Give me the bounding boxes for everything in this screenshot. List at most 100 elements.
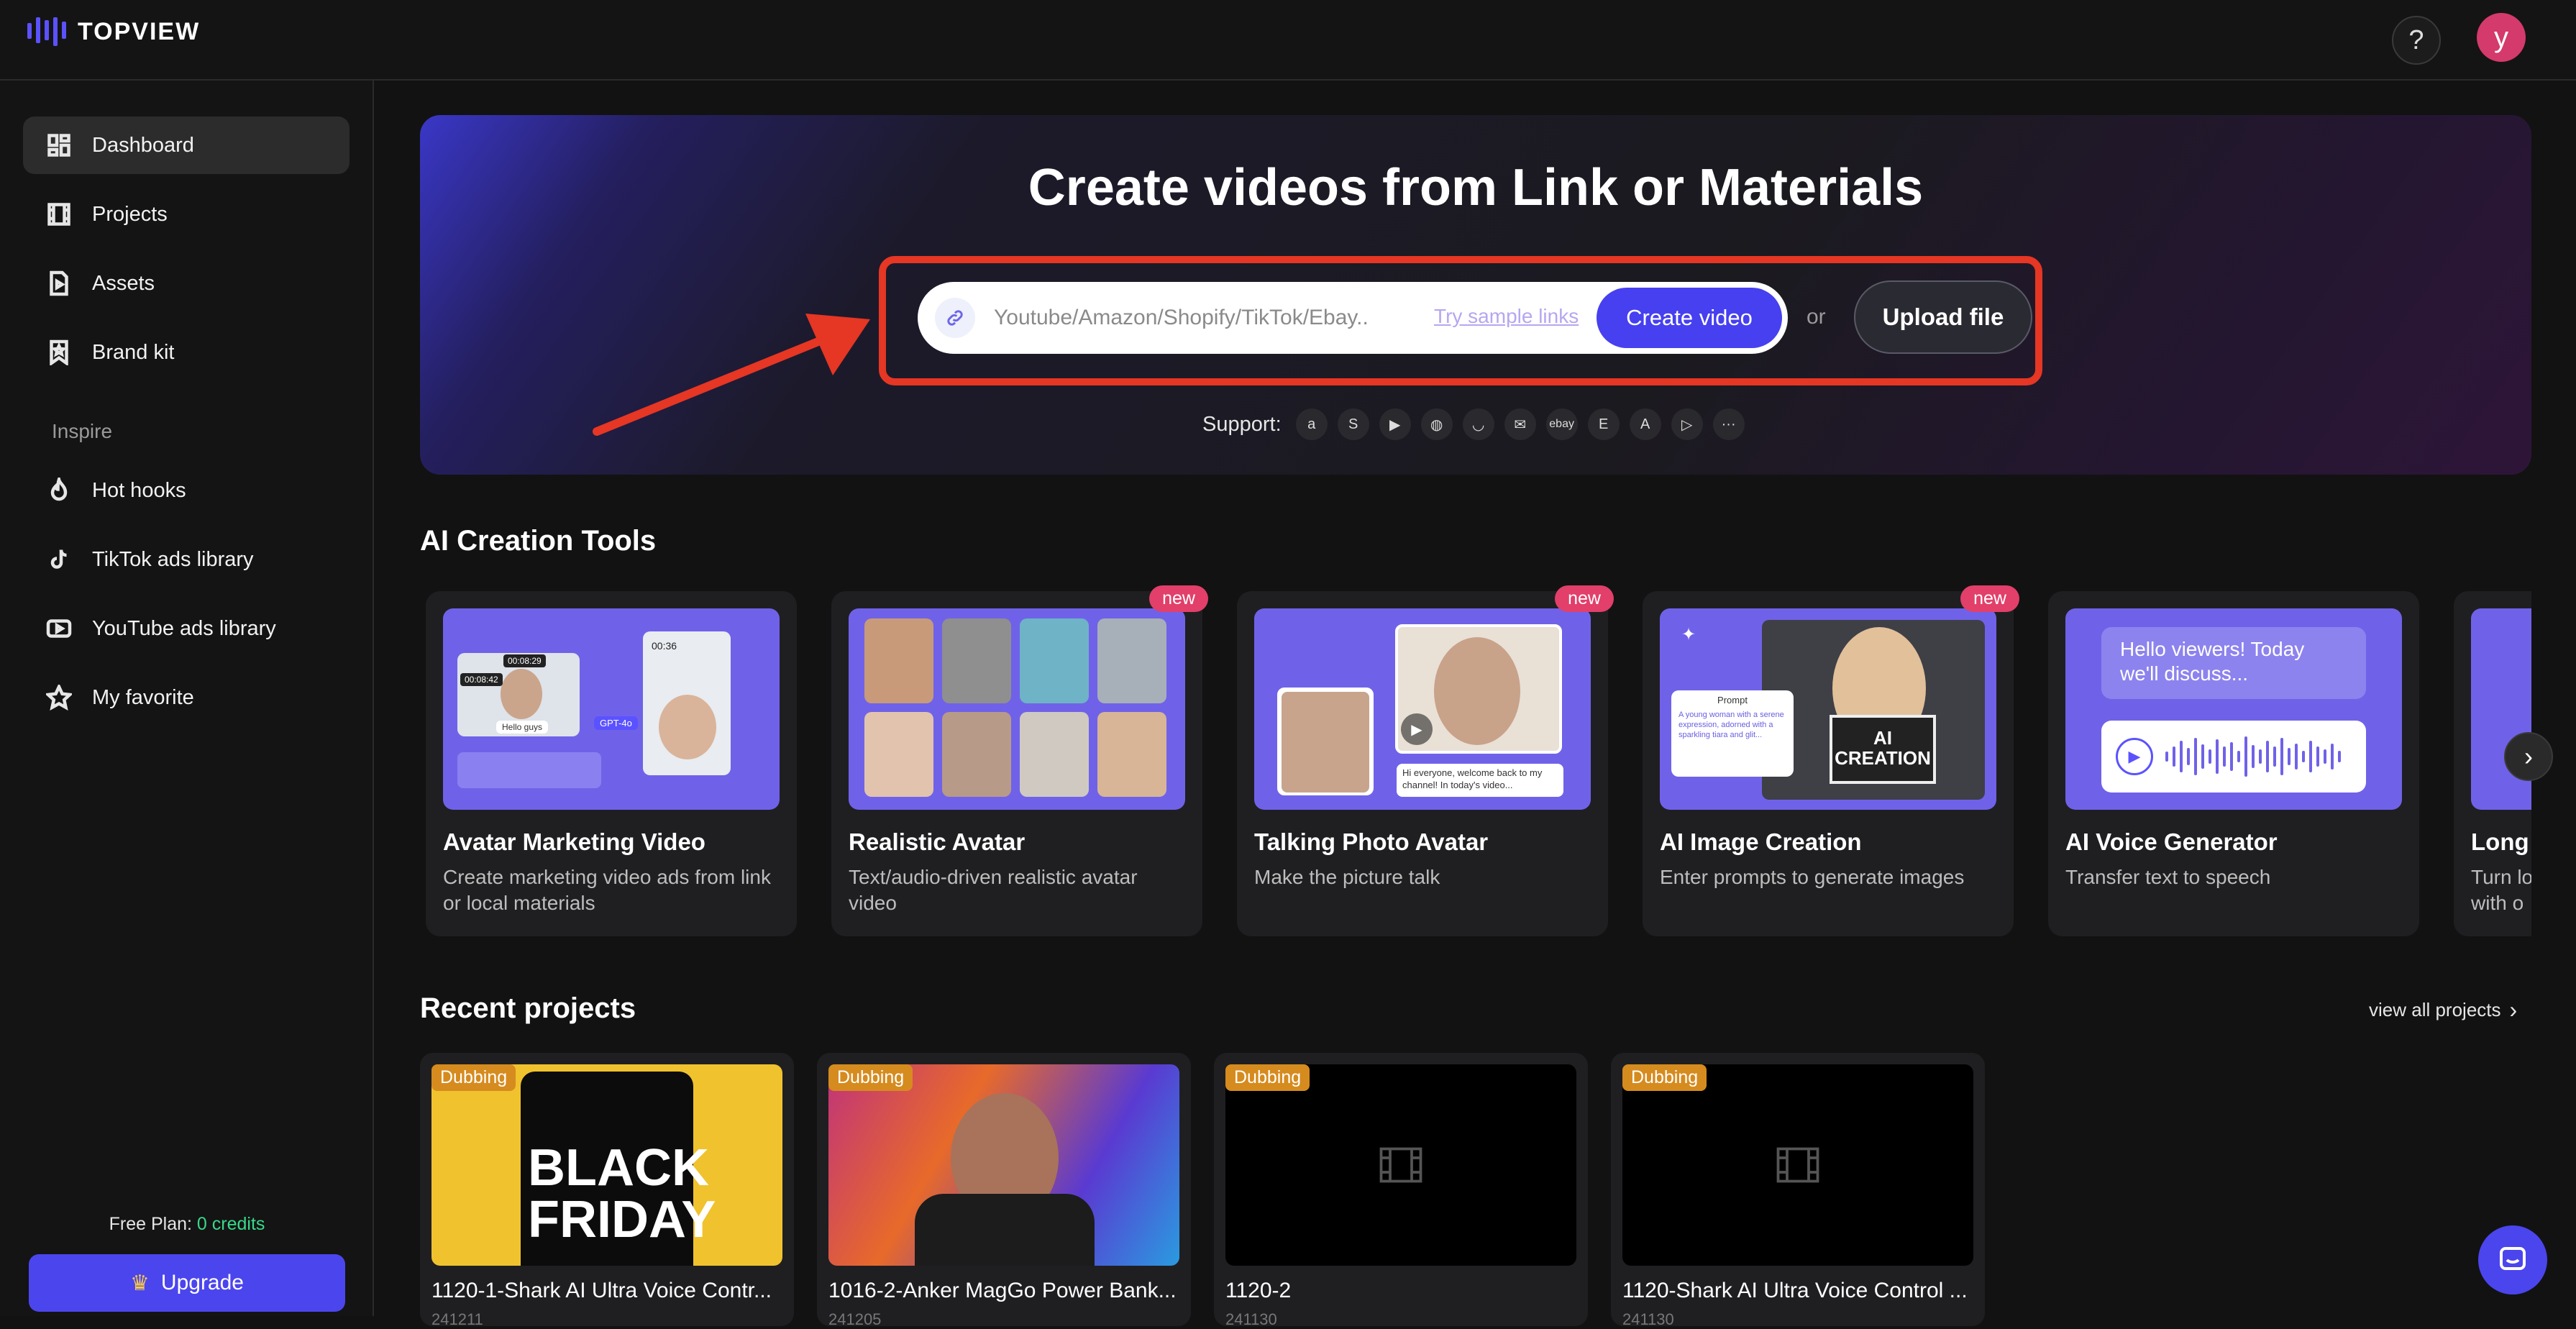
- tool-desc: Enter prompts to generate images: [1660, 866, 1965, 888]
- sidebar-item-label: My favorite: [92, 685, 194, 709]
- tool-card-ai-voice[interactable]: Hello viewers! Today we'll discuss... ▶ …: [2048, 591, 2419, 936]
- crown-icon: ♛: [130, 1271, 150, 1295]
- amazon-icon: a: [1295, 408, 1328, 440]
- shopify-bag-icon: ◍: [1420, 408, 1453, 440]
- upload-file-button[interactable]: Upload file: [1854, 280, 2032, 354]
- link-search-bar: Try sample links Create video: [918, 282, 1788, 354]
- project-card[interactable]: BLACK FRIDAY Dubbing 1120-1-Shark AI Ult…: [420, 1053, 794, 1328]
- lazada-icon: ◡: [1462, 408, 1494, 440]
- project-card[interactable]: Dubbing 1016-2-Anker MagGo Power Bank...…: [817, 1053, 1191, 1328]
- tool-card-ai-image[interactable]: AI CREATION Prompt A young woman with a …: [1643, 585, 2019, 936]
- tool-name: AI Voice Generator: [2065, 828, 2278, 855]
- star-icon: [46, 685, 72, 711]
- project-title: 1120-2: [1225, 1279, 1292, 1302]
- project-card[interactable]: Dubbing 1120-2 241130: [1214, 1053, 1588, 1328]
- project-thumb: BLACK FRIDAY: [431, 1064, 782, 1266]
- try-sample-links-link[interactable]: Try sample links: [1434, 305, 1579, 328]
- project-title: 1120-Shark AI Ultra Voice Control ...: [1622, 1279, 1968, 1302]
- user-avatar[interactable]: y: [2477, 13, 2526, 62]
- sidebar-item-projects[interactable]: Projects: [23, 186, 350, 243]
- tool-thumb: 00:08:29 00:08:42 Hello guys 00:36 GPT-4…: [443, 608, 780, 810]
- timestamp-label: 00:08:42: [460, 673, 503, 686]
- tool-desc: Turn lo with o: [2471, 866, 2531, 914]
- plan-credits: 0 credits: [196, 1214, 265, 1234]
- project-title: 1016-2-Anker MagGo Power Bank...: [828, 1279, 1177, 1302]
- film-icon: [1776, 1147, 1819, 1183]
- project-title: 1120-1-Shark AI Ultra Voice Contr...: [431, 1279, 772, 1302]
- sidebar-item-label: Dashboard: [92, 133, 194, 157]
- sidebar-item-label: TikTok ads library: [92, 547, 254, 571]
- create-video-button[interactable]: Create video: [1597, 288, 1782, 348]
- ai-creation-sign: AI CREATION: [1830, 715, 1936, 784]
- project-thumb: [828, 1064, 1179, 1266]
- tool-desc: Text/audio-driven realistic avatar video: [849, 866, 1138, 914]
- sidebar-item-label: Projects: [92, 202, 168, 226]
- tool-card-avatar-marketing[interactable]: 00:08:29 00:08:42 Hello guys 00:36 GPT-4…: [426, 591, 797, 936]
- sidebar-item-label: YouTube ads library: [92, 616, 276, 640]
- project-date: 241130: [1622, 1310, 1674, 1328]
- flame-icon: [50, 478, 68, 501]
- sidebar-item-dashboard[interactable]: Dashboard: [23, 117, 350, 174]
- play-icon: ▶: [1401, 713, 1433, 745]
- tool-name: Talking Photo Avatar: [1254, 828, 1489, 855]
- view-all-label: view all projects: [2369, 999, 2501, 1020]
- view-all-projects-link[interactable]: view all projects ›: [2369, 997, 2517, 1023]
- new-badge: new: [1149, 585, 1208, 612]
- chat-icon: [2500, 1247, 2526, 1270]
- project-date: 241205: [828, 1310, 882, 1328]
- or-label: or: [1807, 305, 1826, 329]
- upgrade-button[interactable]: ♛ Upgrade: [29, 1254, 345, 1312]
- waveform-icon: [2165, 736, 2341, 777]
- hero-title: Create videos from Link or Materials: [1028, 159, 1924, 216]
- sidebar-section-inspire: Inspire: [52, 420, 113, 442]
- support-platforms: Support: a S ▶ ◍ ◡ ✉ ebay E A ▷ ···: [1202, 408, 1745, 440]
- top-bar: TOPVIEW ? y: [0, 0, 2576, 81]
- speech-bubble: Hello guys: [496, 721, 549, 734]
- app-store-icon: A: [1629, 408, 1661, 440]
- google-play-icon: ▷: [1671, 408, 1703, 440]
- timestamp-label: 00:36: [652, 640, 677, 652]
- dubbing-badge: Dubbing: [1622, 1064, 1707, 1091]
- tool-card-talking-photo[interactable]: Hi everyone, welcome back to my channel!…: [1237, 585, 1614, 936]
- tool-thumb: [849, 608, 1185, 810]
- help-button[interactable]: ?: [2392, 16, 2441, 65]
- prompt-text: A young woman with a serene expression, …: [1678, 711, 1784, 739]
- carousel-next-button[interactable]: ›: [2504, 732, 2553, 781]
- plan-info: Free Plan: 0 credits: [0, 1214, 374, 1235]
- support-label: Support:: [1202, 412, 1282, 436]
- tool-name: Long: [2471, 828, 2529, 855]
- play-icon: ▶: [2116, 738, 2153, 775]
- prompt-label: Prompt: [1717, 695, 1748, 705]
- timestamp-label: 00:08:29: [503, 654, 546, 667]
- sidebar-item-my-favorite[interactable]: My favorite: [23, 669, 350, 726]
- project-thumb: [1225, 1064, 1576, 1266]
- ebay-icon: ebay: [1545, 408, 1578, 440]
- sidebar: Dashboard Projects Assets Brand kit Insp…: [0, 81, 374, 1316]
- project-card[interactable]: Dubbing 1120-Shark AI Ultra Voice Contro…: [1611, 1053, 1985, 1328]
- tool-name: Realistic Avatar: [849, 828, 1026, 855]
- tool-name: Avatar Marketing Video: [443, 828, 705, 855]
- app-name: TOPVIEW: [78, 17, 201, 45]
- project-date: 241130: [1225, 1310, 1277, 1328]
- shopify-icon: S: [1337, 408, 1369, 440]
- ai-tools-title: AI Creation Tools: [420, 525, 657, 557]
- sidebar-item-label: Brand kit: [92, 340, 175, 364]
- chat-support-button[interactable]: [2478, 1225, 2547, 1294]
- sidebar-item-assets[interactable]: Assets: [23, 255, 350, 312]
- sidebar-item-brand-kit[interactable]: Brand kit: [23, 324, 350, 381]
- black-friday-text: BLACK FRIDAY: [528, 1139, 716, 1248]
- youtube-icon: [46, 619, 72, 638]
- tool-thumb: Hello viewers! Today we'll discuss... ▶: [2065, 608, 2402, 810]
- link-input[interactable]: [992, 296, 1410, 339]
- app-logo[interactable]: TOPVIEW: [27, 17, 200, 46]
- sidebar-item-tiktok-ads[interactable]: TikTok ads library: [23, 531, 350, 588]
- link-icon: [935, 298, 975, 338]
- project-date: 241211: [431, 1310, 483, 1328]
- plan-label: Free Plan:: [109, 1214, 192, 1234]
- project-thumb: [1622, 1064, 1973, 1266]
- tool-card-realistic-avatar[interactable]: new Realistic Avatar Text/audio-driven r…: [831, 585, 1208, 936]
- film-icon: [1379, 1147, 1422, 1183]
- bookmark-star-icon: [50, 339, 68, 365]
- sidebar-item-hot-hooks[interactable]: Hot hooks: [23, 462, 350, 519]
- sidebar-item-youtube-ads[interactable]: YouTube ads library: [23, 600, 350, 657]
